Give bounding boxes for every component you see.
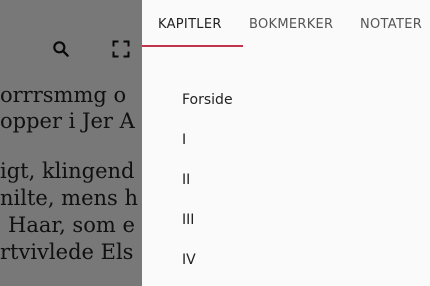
book-text-line: Haar, som e — [8, 213, 135, 237]
book-text-line: igt, klingend — [0, 159, 135, 183]
book-text-line: nilte, mens h — [0, 186, 139, 210]
search-icon — [53, 41, 69, 57]
chapter-item-ii[interactable]: II — [182, 160, 402, 200]
book-text-line: orrrsmmg o — [0, 83, 127, 107]
chapter-item-i[interactable]: I — [182, 120, 402, 160]
chapter-item-iii[interactable]: III — [182, 200, 402, 240]
fullscreen-button[interactable] — [106, 34, 136, 64]
book-text-line: opper i Jer A — [0, 109, 135, 133]
chapter-item-forside[interactable]: Forside — [182, 80, 402, 120]
panel-tabs: KAPITLER BOKMERKER NOTATER — [142, 0, 430, 48]
table-of-contents-panel: KAPITLER BOKMERKER NOTATER Forside I II … — [142, 0, 430, 286]
active-tab-indicator — [142, 45, 243, 47]
search-button[interactable] — [46, 34, 76, 64]
tab-notes[interactable]: NOTATER — [360, 0, 422, 48]
tab-chapters[interactable]: KAPITLER — [158, 0, 222, 48]
book-text-line: rtvivlede Els — [0, 240, 134, 264]
fullscreen-icon — [112, 40, 130, 58]
chapter-item-iv[interactable]: IV — [182, 240, 402, 280]
tab-bookmarks[interactable]: BOKMERKER — [249, 0, 333, 48]
